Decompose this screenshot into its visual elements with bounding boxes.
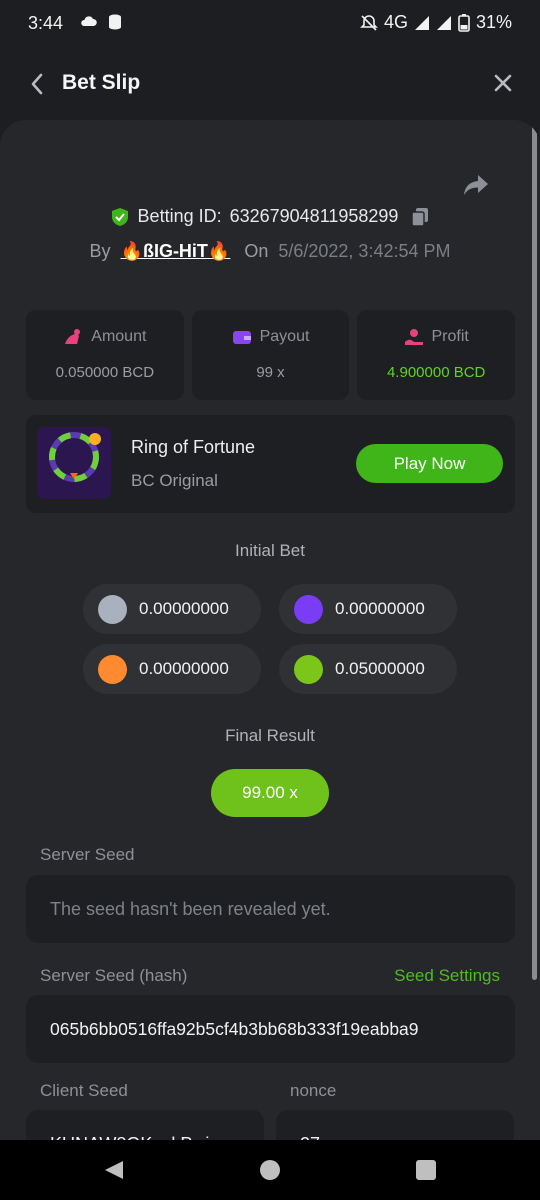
- profit-icon: [404, 329, 423, 345]
- coin-item: 0.00000000: [83, 584, 261, 634]
- coin-value: 0.00000000: [335, 599, 425, 618]
- play-now-button[interactable]: Play Now: [356, 444, 503, 483]
- status-time: 3:44: [28, 13, 64, 33]
- game-name: Ring of Fortune: [131, 437, 256, 457]
- coin-item: 0.00000000: [279, 584, 457, 634]
- stat-payout: Payout 99 x: [191, 310, 350, 400]
- stat-amount: Amount 0.050000 BCD: [26, 310, 184, 400]
- initial-bet-coins: 0.00000000 0.00000000 0.00000000 0.05000…: [83, 584, 457, 694]
- battery-icon: [458, 13, 470, 32]
- stat-amount-value: 0.050000 BCD: [55, 364, 155, 381]
- server-seed-label: Server Seed: [40, 845, 135, 864]
- battery-level: 31%: [475, 12, 512, 32]
- stat-profit: Profit 4.900000 BCD: [357, 310, 516, 400]
- author-row: By 🔥ßIG-HiT🔥 On 5/6/2022, 3:42:54 PM: [0, 241, 540, 262]
- coin-item: 0.05000000: [279, 644, 457, 694]
- game-card: Ring of Fortune BC Original Play Now: [26, 415, 515, 513]
- stat-amount-label: Amount: [91, 328, 147, 345]
- stat-profit-value: 4.900000 BCD: [386, 364, 486, 381]
- seed-settings-link[interactable]: Seed Settings: [394, 966, 500, 986]
- copy-icon[interactable]: [410, 207, 430, 227]
- nav-home-icon[interactable]: [260, 1160, 280, 1180]
- coin-value: 0.05000000: [335, 659, 425, 678]
- bet-slip-card: Betting ID: 63267904811958299 By 🔥ßIG-Hi…: [0, 120, 540, 1140]
- header: Bet Slip: [0, 46, 540, 120]
- final-result-badge: 99.00 x: [211, 769, 329, 817]
- signal-icon: [414, 15, 429, 30]
- betting-id-value: 63267904811958299: [229, 206, 399, 226]
- initial-bet-title: Initial Bet: [235, 541, 305, 560]
- server-seed-hash-field: 065b6bb0516ffa92b5cf4b3bb68b333f19eabba9: [26, 995, 515, 1063]
- coin-value: 0.00000000: [139, 599, 229, 618]
- stats-row: Amount 0.050000 BCD Payout 99 x Profit 4…: [26, 310, 516, 400]
- payout-icon: [232, 331, 251, 344]
- stat-payout-label: Payout: [259, 328, 310, 345]
- coin-dot-icon: [294, 594, 323, 624]
- close-icon[interactable]: [492, 72, 514, 94]
- nav-back-icon[interactable]: [103, 1159, 125, 1181]
- bet-date: 5/6/2022, 3:42:54 PM: [278, 241, 451, 261]
- coin-dot-icon: [294, 654, 323, 684]
- by-label: By: [89, 241, 111, 261]
- game-subtitle: BC Original: [131, 471, 218, 490]
- shield-check-icon: [111, 207, 128, 226]
- amount-icon: [65, 329, 81, 344]
- coin-value: 0.00000000: [139, 659, 229, 678]
- game-thumbnail[interactable]: [37, 427, 111, 499]
- username-link[interactable]: 🔥ßIG-HiT🔥: [121, 241, 231, 262]
- status-bar: 3:44 4G 31%: [0, 0, 540, 46]
- mute-bell-icon: [360, 14, 378, 31]
- betting-id-row: Betting ID: 63267904811958299: [0, 206, 540, 227]
- page-title: Bet Slip: [62, 71, 141, 94]
- coin-dot-icon: [98, 594, 127, 624]
- nonce-label: nonce: [290, 1081, 337, 1100]
- final-result-title: Final Result: [225, 726, 315, 745]
- server-seed-field: The seed hasn't been revealed yet.: [26, 875, 515, 943]
- stat-payout-value: 99 x: [256, 364, 285, 381]
- nonce-field: 27: [276, 1110, 514, 1140]
- coin-dot-icon: [98, 654, 127, 684]
- back-arrow-icon[interactable]: [26, 71, 48, 97]
- status-notification-icons: [80, 13, 124, 31]
- server-seed-hash-label: Server Seed (hash): [40, 966, 188, 985]
- nav-recents-icon[interactable]: [416, 1160, 436, 1180]
- client-seed-field: KUNAW8GKzukPwj: [26, 1110, 264, 1140]
- system-nav-bar: [0, 1140, 540, 1200]
- cloud-icon: [81, 16, 97, 26]
- coin-item: 0.00000000: [83, 644, 261, 694]
- on-label: On: [244, 241, 269, 261]
- signal-icon-2: [436, 15, 451, 30]
- ring-of-fortune-logo: [37, 427, 111, 499]
- betting-id-label: Betting ID:: [137, 206, 222, 226]
- client-seed-label: Client Seed: [40, 1081, 128, 1100]
- share-icon[interactable]: [462, 170, 490, 198]
- network-type: 4G: [383, 12, 408, 32]
- stat-profit-label: Profit: [431, 328, 469, 345]
- database-icon: [109, 14, 121, 30]
- status-right: 4G 31%: [360, 12, 512, 33]
